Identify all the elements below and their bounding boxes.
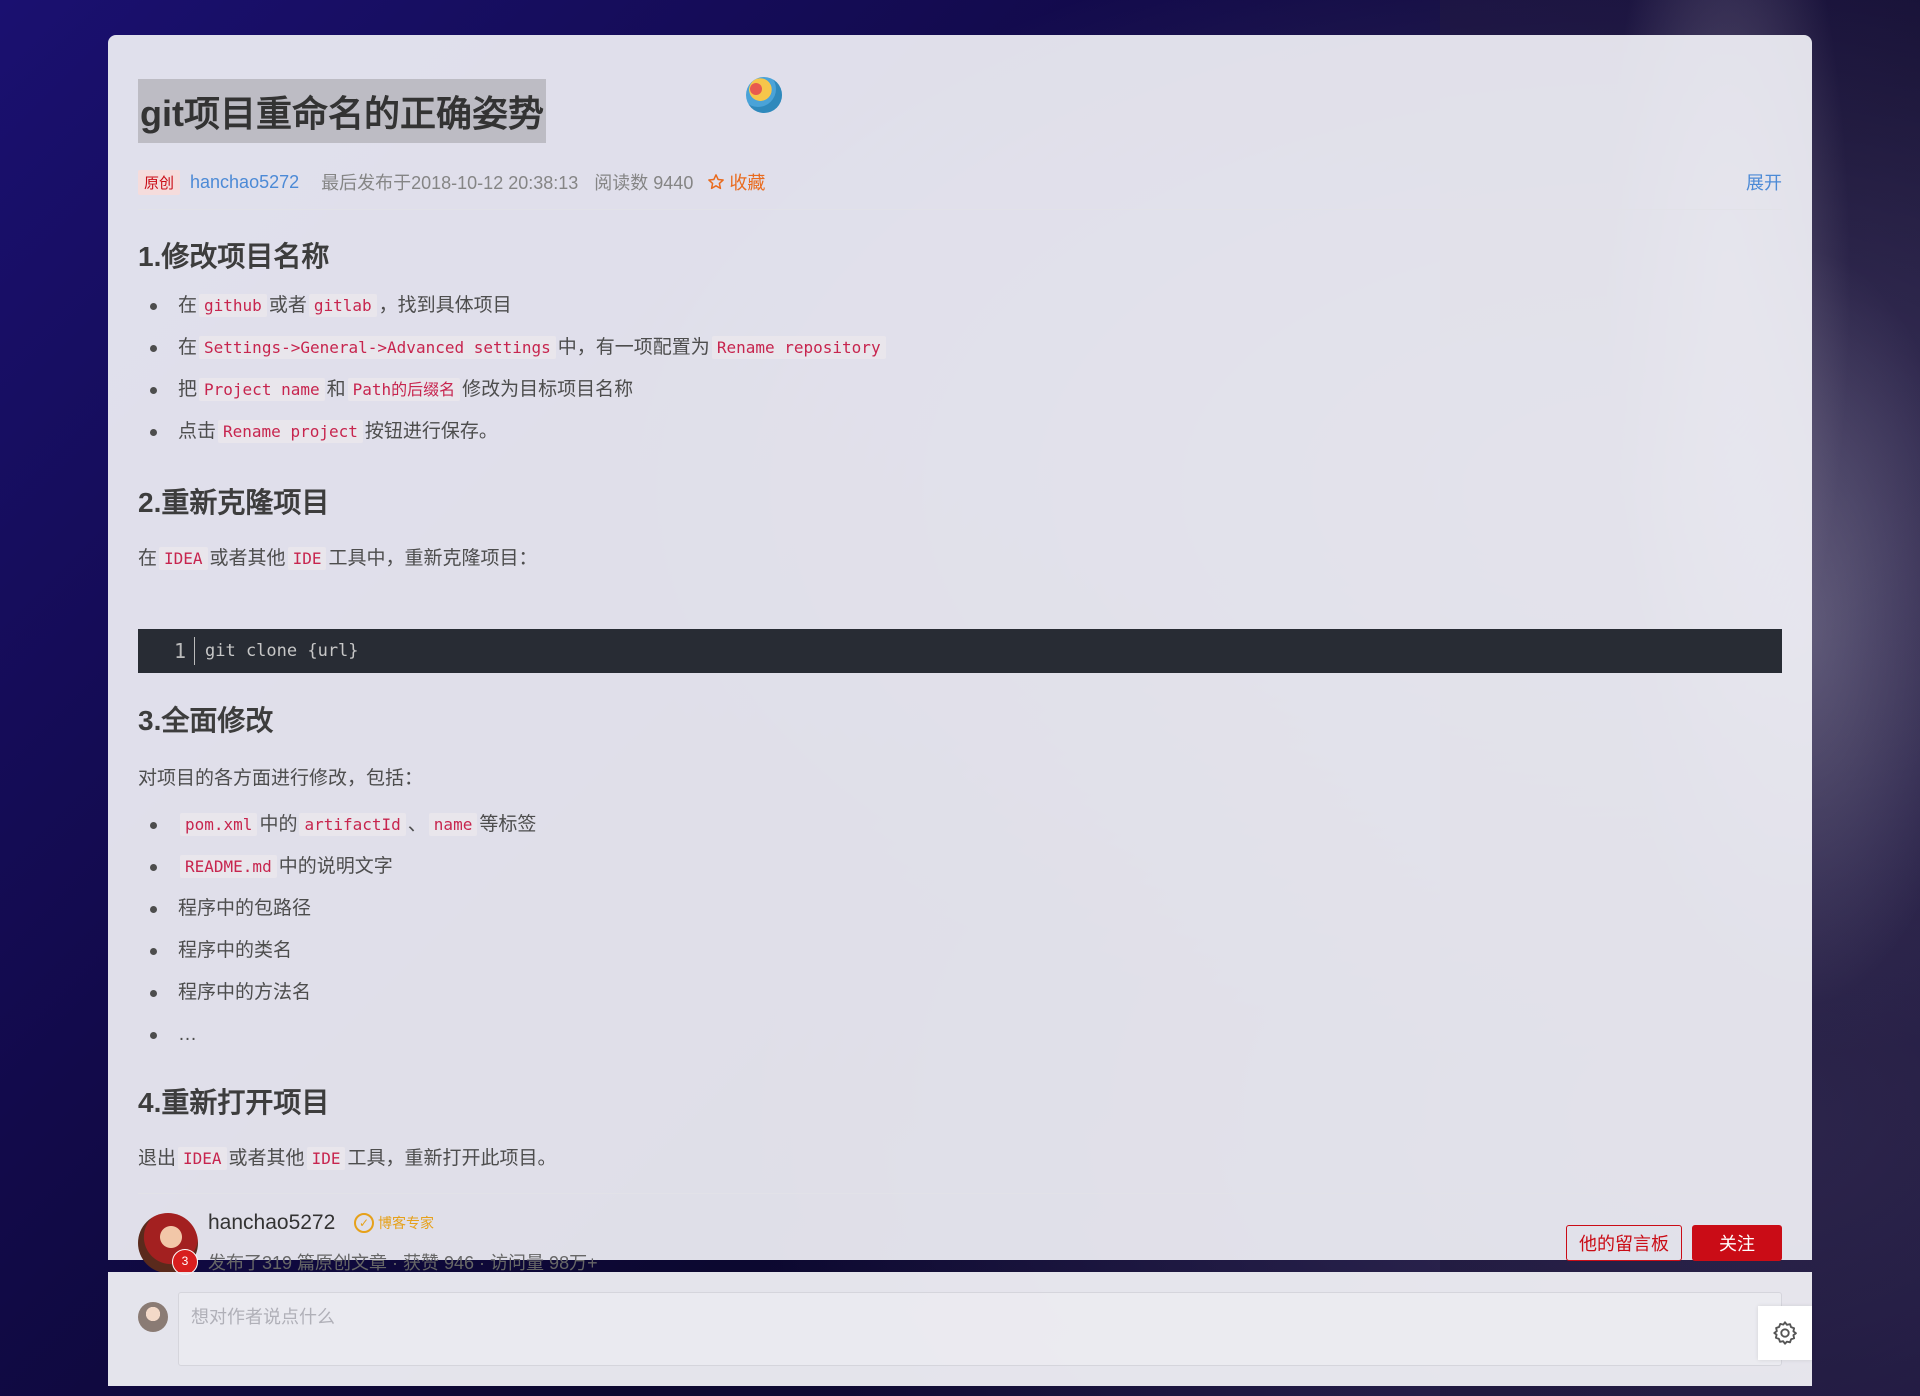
list-item: 把 Project name 和 Path的后缀名 修改为目标项目名称	[138, 369, 888, 411]
section-4-paragraph: 退出 IDEA 或者其他 IDE 工具，重新打开此项目。	[138, 1147, 557, 1170]
section-3-list: pom.xml 中的 artifactId、 name 等标签 README.md 中的说…	[138, 804, 536, 1056]
author-box: 3 hanchao5272 ✓ 博客专家 发布了319 篇原创文章 · 获赞 9…	[138, 1211, 1782, 1275]
article-meta: 原创 hanchao5272 最后发布于2018-10-12 20:38:13 …	[138, 161, 1782, 203]
list-item: 点击 Rename project 按钮进行保存。	[138, 411, 888, 453]
code-text: git clone {url}	[205, 641, 359, 661]
section-1-heading: 1.修改项目名称	[138, 241, 330, 272]
code-line-number: 1	[138, 637, 195, 665]
read-count: 阅读数 9440	[594, 173, 694, 193]
list-item: pom.xml 中的 artifactId、 name 等标签	[138, 804, 536, 846]
list-item: 在 github 或者 gitlab ，找到具体项目	[138, 285, 888, 327]
section-2-heading: 2.重新克隆项目	[138, 487, 330, 518]
original-tag: 原创	[138, 169, 181, 195]
code-block[interactable]: 1 git clone {url}	[138, 629, 1782, 673]
expand-link[interactable]: 展开	[1746, 169, 1782, 195]
comment-input[interactable]	[178, 1292, 1782, 1366]
section-4-heading: 4.重新打开项目	[138, 1087, 330, 1118]
section-3-heading: 3.全面修改	[138, 705, 274, 736]
follow-button[interactable]: 关注	[1692, 1225, 1782, 1261]
decoration-icon	[746, 77, 782, 113]
expert-badge: ✓ 博客专家	[354, 1213, 434, 1233]
meta-divider	[138, 209, 1782, 210]
expert-icon: ✓	[354, 1213, 374, 1233]
author-divider	[138, 1193, 1782, 1194]
gear-icon	[1773, 1321, 1797, 1345]
publish-date: 最后发布于2018-10-12 20:38:13	[321, 173, 579, 193]
article-title: git项目重命名的正确姿势	[138, 79, 546, 143]
settings-button[interactable]	[1758, 1306, 1812, 1360]
section-3-intro: 对项目的各方面进行修改，包括：	[138, 768, 424, 789]
list-item: 程序中的类名	[138, 930, 536, 972]
favorite-button[interactable]: 收藏	[707, 169, 765, 195]
list-item: …	[138, 1014, 536, 1056]
expert-label: 博客专家	[378, 1215, 434, 1231]
list-item: 程序中的方法名	[138, 972, 536, 1014]
author-link[interactable]: hanchao5272	[190, 172, 299, 193]
article-card: git项目重命名的正确姿势 原创 hanchao5272 最后发布于2018-1…	[108, 35, 1812, 1275]
list-item: README.md 中的说明文字	[138, 846, 536, 888]
star-icon	[708, 174, 725, 190]
author-name[interactable]: hanchao5272	[208, 1211, 335, 1235]
favorite-label: 收藏	[729, 173, 766, 193]
comment-bar	[108, 1272, 1812, 1386]
section-2-paragraph: 在 IDEA 或者其他 IDE 工具中，重新克隆项目：	[138, 547, 538, 570]
list-item: 在 Settings->General->Advanced settings 中，有…	[138, 327, 888, 369]
list-item: 程序中的包路径	[138, 888, 536, 930]
section-1-list: 在 github 或者 gitlab ，找到具体项目 在 Settings->Genera…	[138, 285, 888, 453]
message-board-button[interactable]: 他的留言板	[1566, 1225, 1682, 1261]
user-avatar	[138, 1302, 168, 1332]
